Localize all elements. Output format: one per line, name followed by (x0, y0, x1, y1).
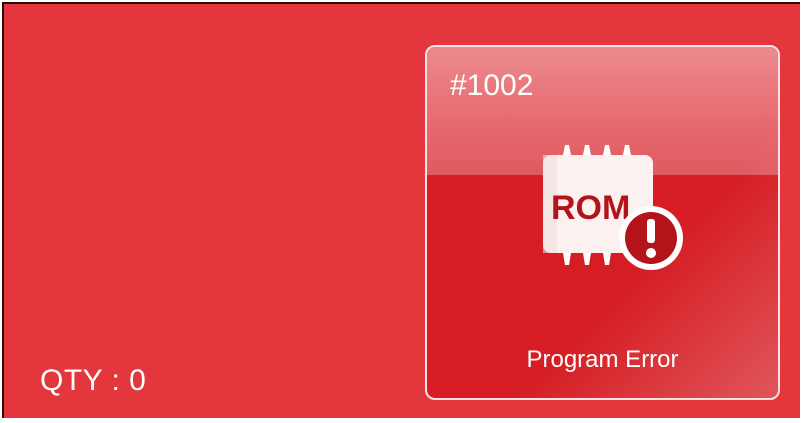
status-panel: QTY : 0 #1002 ROM Program Error (2, 2, 800, 418)
error-code: #1002 (450, 69, 534, 102)
quantity-label: QTY : 0 (40, 364, 147, 397)
error-tile[interactable]: #1002 ROM Program Error (425, 45, 780, 400)
chip-text: ROM (551, 189, 630, 227)
rom-chip-error-icon: ROM (543, 145, 683, 270)
error-caption: Program Error (526, 346, 679, 373)
